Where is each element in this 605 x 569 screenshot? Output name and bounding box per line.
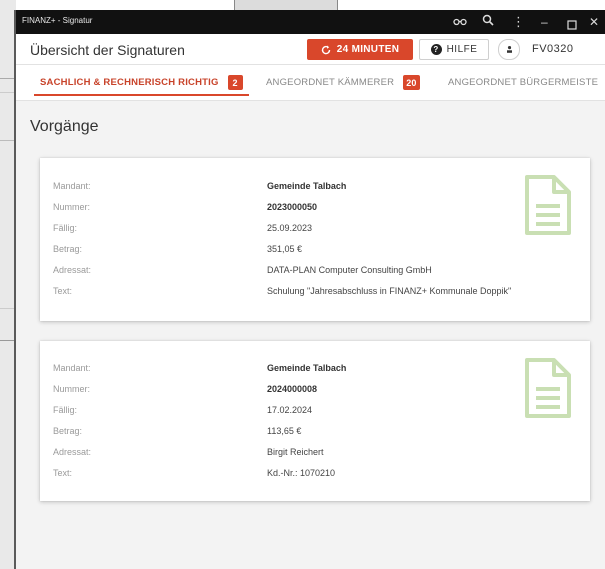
value-betrag: 113,65 € [267, 426, 302, 436]
tab-label: ANGEORDNET BÜRGERMEISTE [448, 77, 599, 88]
tab-bar: SACHLICH & RECHNERISCH RICHTIG 2 ANGEORD… [16, 65, 605, 101]
search-icon[interactable] [482, 13, 494, 31]
process-card[interactable]: Mandant: Gemeinde Talbach Nummer: 20230000… [40, 158, 590, 321]
label-betrag: Betrag: [53, 426, 83, 436]
tab-sachlich-rechnerisch[interactable]: SACHLICH & RECHNERISCH RICHTIG 2 [34, 65, 249, 100]
user-icon [506, 46, 512, 53]
tab-kaemmerer[interactable]: ANGEORDNET KÄMMERER 20 [266, 65, 420, 100]
value-adressat: Birgit Reichert [267, 447, 324, 457]
session-timer-button[interactable]: 24 MINUTEN [307, 39, 413, 60]
window-title: FINANZ+ - Signatur [22, 16, 93, 25]
help-button[interactable]: ? HILFE [419, 39, 489, 60]
tab-buergermeister[interactable]: ANGEORDNET BÜRGERMEISTE [448, 65, 598, 100]
tab-count-badge: 2 [227, 75, 243, 90]
value-text: Kd.-Nr.: 1070210 [267, 468, 336, 478]
value-betrag: 351,05 € [267, 244, 303, 254]
glasses-icon[interactable] [453, 13, 467, 31]
page-title: Übersicht der Signaturen [30, 42, 185, 58]
value-mandant: Gemeinde Talbach [267, 363, 347, 373]
label-nummer: Nummer: [53, 202, 91, 212]
value-nummer: 2024000008 [267, 384, 318, 394]
tab-label: ANGEORDNET KÄMMERER [266, 77, 395, 88]
more-icon[interactable]: ⋮ [512, 13, 525, 31]
maximize-icon[interactable] [567, 17, 577, 35]
value-text: Schulung "Jahresabschluss in FINANZ+ Kom… [267, 286, 512, 296]
refresh-icon [321, 45, 330, 54]
close-icon[interactable]: ✕ [589, 13, 599, 31]
help-label: HILFE [446, 44, 478, 55]
value-adressat: DATA-PLAN Computer Consulting GmbH [267, 265, 432, 275]
user-id: FV0320 [532, 43, 574, 55]
document-icon [525, 358, 571, 418]
label-text: Text: [53, 468, 73, 478]
document-icon [525, 175, 571, 235]
app-header: Übersicht der Signaturen 24 MINUTEN ? HI… [16, 34, 605, 65]
label-nummer: Nummer: [53, 384, 91, 394]
title-bar: FINANZ+ - Signatur ⋮ – ✕ [16, 10, 605, 34]
app-window: FINANZ+ - Signatur ⋮ – ✕ Übersicht der S… [14, 10, 605, 569]
help-icon: ? [430, 44, 442, 55]
section-title: Vorgänge [30, 118, 99, 135]
label-adressat: Adressat: [53, 447, 92, 457]
label-faellig: Fällig: [53, 223, 78, 233]
tab-count-badge: 20 [403, 75, 420, 90]
label-betrag: Betrag: [53, 244, 83, 254]
value-mandant: Gemeinde Talbach [267, 181, 347, 191]
label-adressat: Adressat: [53, 265, 92, 275]
label-text: Text: [53, 286, 73, 296]
process-card[interactable]: Mandant: Gemeinde Talbach Nummer: 20240000… [40, 341, 590, 501]
value-nummer: 2023000050 [267, 202, 318, 212]
value-faellig: 25.09.2023 [267, 223, 313, 233]
tab-label: SACHLICH & RECHNERISCH RICHTIG [40, 77, 219, 88]
label-mandant: Mandant: [53, 181, 91, 191]
user-button[interactable] [498, 39, 520, 60]
minimize-icon[interactable]: – [541, 13, 548, 31]
label-mandant: Mandant: [53, 363, 91, 373]
value-faellig: 17.02.2024 [267, 405, 313, 415]
background-window-fragment [234, 0, 338, 10]
label-faellig: Fällig: [53, 405, 78, 415]
timer-label: 24 MINUTEN [336, 44, 400, 55]
